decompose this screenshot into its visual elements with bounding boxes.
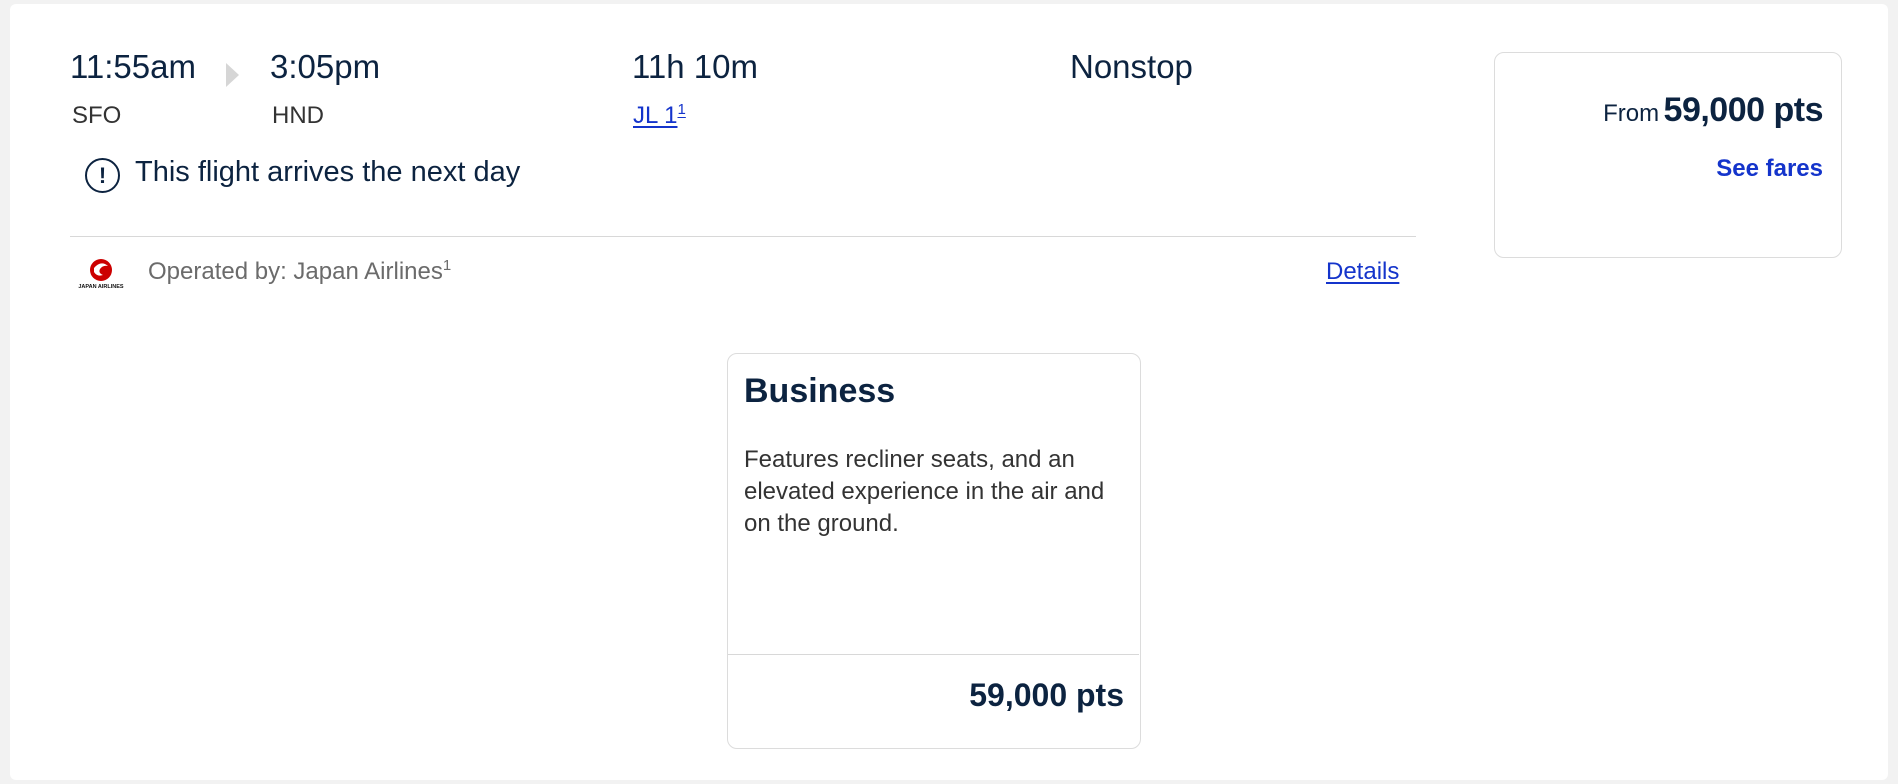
- japan-airlines-logo: JAPAN AIRLINES: [70, 256, 132, 290]
- from-label: From: [1603, 100, 1660, 127]
- fare-cabin-title: Business: [744, 372, 896, 410]
- price-summary[interactable]: From 59,000 pts See fares: [1494, 52, 1842, 258]
- depart-time: 11:55am: [70, 48, 196, 85]
- details-link[interactable]: Details: [1326, 258, 1399, 286]
- fare-divider: [728, 654, 1139, 655]
- alert-icon: !: [85, 158, 120, 193]
- flight-number[interactable]: JL 1: [633, 102, 677, 129]
- fare-price: 59,000 pts: [969, 677, 1124, 713]
- svg-text:JAPAN AIRLINES: JAPAN AIRLINES: [78, 284, 124, 290]
- price-summary-line: From 59,000 pts: [1603, 91, 1823, 130]
- see-fares-link[interactable]: See fares: [1716, 155, 1823, 183]
- arrive-airport: HND: [272, 102, 324, 129]
- flight-number-link[interactable]: JL 11: [633, 102, 686, 130]
- next-day-notice: This flight arrives the next day: [135, 156, 521, 188]
- operated-by-text: Operated by: Japan Airlines: [148, 258, 443, 285]
- operated-by-label: Operated by: Japan Airlines1: [148, 258, 451, 286]
- chevron-right-icon: [226, 63, 239, 87]
- arrive-time: 3:05pm: [270, 48, 381, 85]
- operated-by-footnote: 1: [442, 257, 452, 274]
- fare-description: Features recliner seats, and an elevated…: [744, 446, 1105, 537]
- divider: [70, 236, 1416, 237]
- depart-airport: SFO: [72, 102, 122, 129]
- alert-icon-glyph: !: [98, 162, 107, 188]
- stops-label: Nonstop: [1070, 48, 1193, 85]
- flight-result-card: 11:55am SFO 3:05pm HND 11h 10m JL 11 Non…: [10, 4, 1888, 780]
- fare-card-business[interactable]: Business Features recliner seats, and an…: [727, 353, 1141, 749]
- flight-duration: 11h 10m: [632, 48, 758, 85]
- from-price: 59,000 pts: [1663, 91, 1824, 129]
- flight-number-footnote[interactable]: 1: [677, 101, 685, 118]
